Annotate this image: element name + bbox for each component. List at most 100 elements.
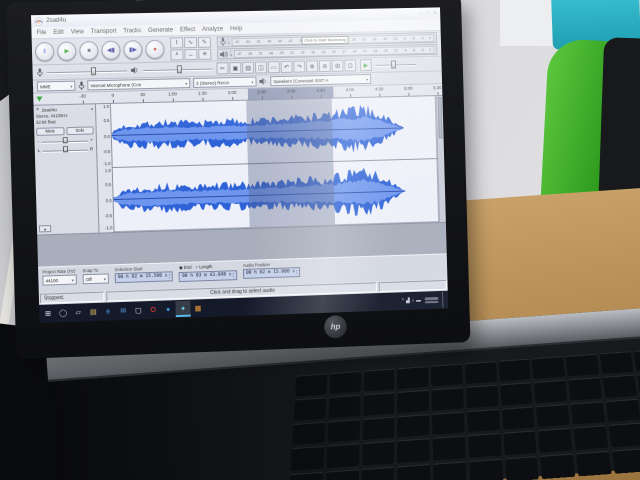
- volume-icon[interactable]: ♪: [412, 298, 415, 304]
- network-icon[interactable]: ▟: [406, 298, 410, 304]
- play-speed-slider[interactable]: [375, 60, 416, 70]
- skip-to-start-button[interactable]: ◀▮: [101, 41, 121, 60]
- zoom-in-button[interactable]: ⊕: [306, 60, 318, 72]
- track-menu-button[interactable]: ▾: [91, 106, 93, 111]
- menu-transport[interactable]: Transport: [91, 28, 117, 35]
- menu-help[interactable]: Help: [230, 26, 242, 32]
- pause-button-glyph: ‖: [43, 49, 46, 55]
- fit-project-button[interactable]: ⊡: [344, 59, 356, 71]
- timeline-label: 1:00: [168, 91, 177, 96]
- slider-thumb[interactable]: [391, 61, 396, 69]
- laptop-key: [433, 462, 467, 480]
- mute-button[interactable]: Mute: [36, 127, 64, 136]
- length-radio[interactable]: ○ Length: [195, 264, 212, 271]
- menu-generate[interactable]: Generate: [148, 27, 173, 33]
- track-collapse-button[interactable]: ▴: [39, 225, 51, 232]
- pan-slider[interactable]: [42, 145, 88, 153]
- track-close-button[interactable]: ✕: [36, 107, 40, 113]
- selection-tool[interactable]: I: [170, 37, 183, 48]
- system-tray: ^▟♪▬: [402, 292, 448, 309]
- recording-volume-slider[interactable]: [47, 66, 128, 77]
- trim-audio-button[interactable]: ◫: [255, 61, 267, 73]
- minimize-button[interactable]: –: [420, 11, 423, 17]
- amp-label: 0.5: [105, 182, 111, 187]
- time-shift-tool[interactable]: ↔: [184, 49, 197, 60]
- taskbar-icons: ⊞◯▱▤e✉▢O●✦▦: [40, 300, 205, 322]
- active-app-icon[interactable]: ✦: [175, 301, 190, 317]
- copy-button[interactable]: ▣: [229, 62, 241, 74]
- spinner[interactable]: ▴▾: [296, 269, 298, 275]
- redo-button[interactable]: ↷: [293, 61, 305, 73]
- slider-thumb[interactable]: [63, 137, 68, 143]
- maximize-button[interactable]: □: [426, 11, 429, 17]
- track-control-panel: ✕ 2sad4u ▾ Stereo, 44100Hz 32-bit float …: [34, 104, 100, 235]
- waveform-display[interactable]: [111, 96, 440, 233]
- end-radio[interactable]: ◉ End: [179, 265, 192, 271]
- opera-browser-icon[interactable]: O: [146, 302, 161, 319]
- quickplay-pin-icon[interactable]: [36, 97, 42, 102]
- zoom-tool[interactable]: ⌕: [170, 49, 183, 60]
- gain-slider[interactable]: [41, 136, 88, 144]
- menu-tracks[interactable]: Tracks: [123, 28, 141, 34]
- show-desktop-button[interactable]: [442, 292, 445, 308]
- start-button[interactable]: ⊞: [40, 305, 56, 322]
- playback-device-select[interactable]: Speakers (Conexant ISST A▾: [270, 74, 371, 86]
- selection-start-field[interactable]: 00 h 02 m 15.500 s▴▾: [115, 271, 174, 283]
- solo-button[interactable]: Solo: [66, 126, 94, 135]
- slider-thumb[interactable]: [63, 146, 68, 152]
- undo-button[interactable]: ↶: [281, 61, 293, 73]
- play-at-speed-button[interactable]: ▶: [360, 59, 372, 71]
- tracks-area[interactable]: ✕ 2sad4u ▾ Stereo, 44100Hz 32-bit float …: [34, 96, 447, 267]
- menu-analyze[interactable]: Analyze: [202, 26, 223, 32]
- battery-icon[interactable]: ▬: [416, 298, 421, 304]
- slider-thumb[interactable]: [91, 67, 96, 75]
- mail-app-icon[interactable]: ✉: [116, 303, 131, 320]
- envelope-tool[interactable]: ∿: [184, 37, 197, 48]
- silence-audio-button[interactable]: ▭: [268, 61, 280, 73]
- menu-effect[interactable]: Effect: [180, 27, 195, 33]
- menu-view[interactable]: View: [71, 29, 84, 35]
- menu-edit[interactable]: Edit: [53, 29, 64, 35]
- media-app-icon[interactable]: ●: [160, 301, 175, 317]
- slider-thumb[interactable]: [176, 65, 181, 73]
- paste-button[interactable]: ▤: [242, 62, 254, 74]
- document-app-icon[interactable]: ▢: [131, 302, 146, 319]
- selection-end-field[interactable]: 00 h 03 m 43.048 s▴▾: [179, 270, 237, 281]
- file-explorer-icon[interactable]: ▤: [85, 304, 100, 321]
- menu-file[interactable]: File: [36, 30, 46, 36]
- cut-button[interactable]: ✂: [216, 62, 228, 74]
- scrollbar-thumb[interactable]: [438, 97, 443, 138]
- hidden-icons-chevron[interactable]: ^: [402, 298, 404, 304]
- draw-tool[interactable]: ✎: [198, 37, 211, 48]
- fit-selection-button[interactable]: ⊞: [332, 60, 344, 72]
- zoom-out-button[interactable]: ⊖: [319, 60, 331, 72]
- close-button[interactable]: ✕: [433, 10, 437, 16]
- timeline-label: 0: [111, 93, 114, 98]
- spinner[interactable]: ▴▾: [168, 273, 170, 279]
- edit-toolbar: ✂▣▤◫▭↶↷⊕⊖⊞⊡: [216, 59, 356, 74]
- monitoring-tooltip[interactable]: Click to Start Monitoring: [301, 35, 349, 44]
- audio-host-select[interactable]: MME▾: [37, 81, 76, 92]
- playback-scale-tick: -42: [289, 50, 294, 54]
- multi-tool[interactable]: ✳: [198, 49, 211, 60]
- audio-position-field[interactable]: 00 h 02 m 15.000 s▴▾: [243, 267, 301, 278]
- recording-channels-select[interactable]: 2 (Stereo) Recor▾: [193, 77, 257, 88]
- edge-browser-icon[interactable]: e: [100, 303, 115, 320]
- task-view-button[interactable]: ▱: [70, 304, 86, 321]
- recording-scale-tick: -51: [256, 39, 261, 43]
- playback-volume-slider[interactable]: [143, 64, 213, 75]
- recording-device-select[interactable]: Internal Microphone (Con▾: [87, 78, 190, 90]
- folder-app-icon[interactable]: ▦: [190, 300, 205, 316]
- laptop-key: [363, 392, 395, 415]
- play-button[interactable]: ▶: [57, 41, 77, 60]
- snap-to-select[interactable]: Off▾: [83, 273, 109, 284]
- record-button[interactable]: ●: [145, 40, 164, 59]
- taskbar-clock[interactable]: [425, 297, 439, 303]
- stop-button[interactable]: ■: [79, 41, 99, 60]
- pause-button[interactable]: ‖: [35, 42, 55, 62]
- skip-to-end-button[interactable]: ▮▶: [123, 40, 143, 59]
- laptop-key: [294, 397, 326, 420]
- cortana-search-button[interactable]: ◯: [55, 305, 71, 322]
- project-rate-select[interactable]: 44100▾: [42, 274, 77, 285]
- spinner[interactable]: ▴▾: [232, 272, 234, 278]
